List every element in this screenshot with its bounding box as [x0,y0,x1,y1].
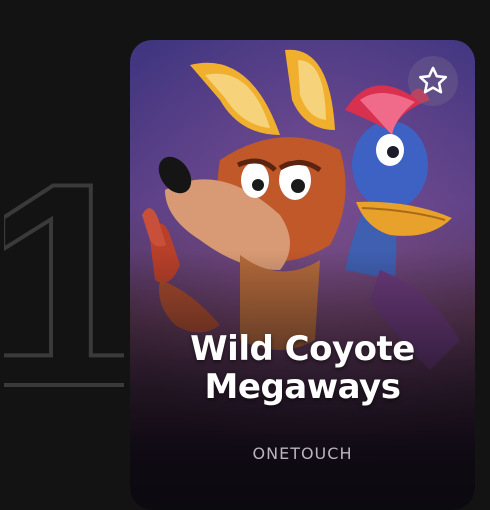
game-title-line-2: Megaways [204,367,401,407]
favorite-button[interactable] [408,56,458,106]
game-title-line-1: Wild Coyote [190,329,415,369]
rank-number: 1 [4,170,124,390]
rank-number-text: 1 [4,170,124,390]
star-outline-icon [418,66,448,94]
game-title: Wild Coyote Megaways [130,330,475,406]
game-provider: ONETOUCH [252,444,353,463]
game-card[interactable]: Wild Coyote Megaways ONETOUCH [130,40,475,510]
